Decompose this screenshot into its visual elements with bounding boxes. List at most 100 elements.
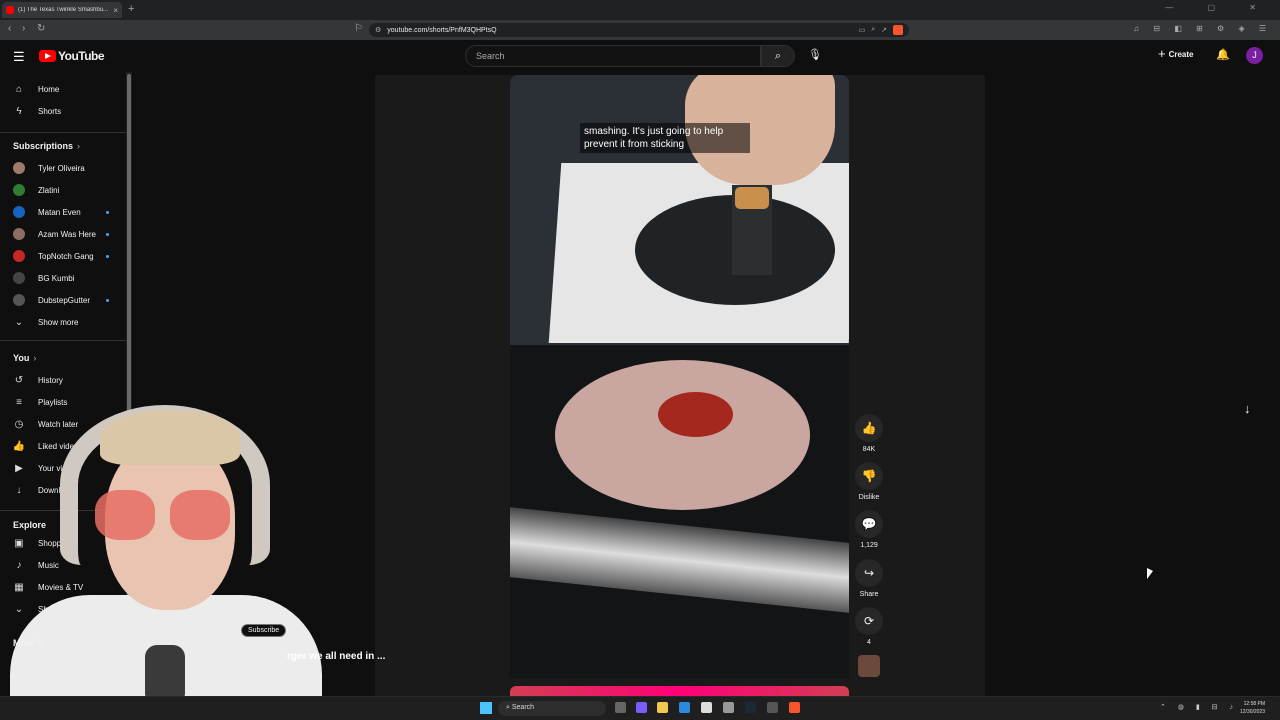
sidebar-item-history[interactable]: ↺ History	[0, 370, 126, 390]
share-page-icon[interactable]: ↗	[881, 26, 887, 34]
channel-name: Azam Was Here	[38, 229, 96, 239]
new-content-dot	[106, 211, 109, 214]
channel-avatar	[13, 294, 25, 306]
sidebar-item-home[interactable]: ⌂ Home	[0, 79, 126, 99]
url-text[interactable]: youtube.com/shorts/PnfM3QHPtsQ	[387, 27, 852, 34]
sidebar-item-channel[interactable]: DubstepGutter	[0, 290, 126, 310]
glasses-lens-right	[170, 490, 230, 540]
webcam-overlay	[0, 400, 322, 696]
next-short-arrow-icon[interactable]: ↓	[1244, 401, 1251, 416]
sidebar-item-shorts[interactable]: ϟ Shorts	[0, 101, 126, 121]
channel-name: Zlatini	[38, 185, 60, 195]
channel-avatar	[13, 162, 25, 174]
tab-close-icon[interactable]: ×	[113, 6, 118, 15]
sidebar-item-channel[interactable]: Matan Even	[0, 202, 126, 222]
sidebar-item-channel[interactable]: Zlatini	[0, 180, 126, 200]
avatar[interactable]: J	[1246, 47, 1263, 64]
search-button[interactable]: ⌕	[761, 45, 795, 67]
remix-icon[interactable]: ⟳	[855, 607, 883, 635]
settings-icon[interactable]	[723, 702, 734, 713]
press-grip	[735, 187, 769, 209]
windows-start-icon[interactable]	[480, 702, 492, 714]
dislike-action[interactable]: 👎 Dislike	[855, 462, 883, 501]
notifications-icon[interactable]: 🔔	[1216, 48, 1230, 61]
dislike-icon[interactable]: 👎	[855, 462, 883, 490]
browser-tab[interactable]: (1) The Texas Twinkle Smashbu... ×	[2, 2, 122, 18]
create-label: Create	[1168, 49, 1194, 59]
show-more-button[interactable]: ⌄ Show more	[0, 312, 126, 332]
sidebar-item-label: Home	[38, 84, 60, 94]
address-bar[interactable]: ⚙ youtube.com/shorts/PnfM3QHPtsQ ▭ ⌕ ↗	[369, 23, 909, 37]
chevron-right-icon: ›	[33, 353, 37, 363]
youtube-favicon-icon	[6, 6, 14, 14]
video-caption: smashing. It's just going to help preven…	[580, 123, 750, 153]
share-icon[interactable]: ↪	[855, 559, 883, 587]
new-content-dot	[106, 299, 109, 302]
like-icon[interactable]: 👍	[855, 414, 883, 442]
like-count: 84K	[862, 446, 876, 453]
file-explorer-icon[interactable]	[657, 702, 668, 713]
menu-icon[interactable]: ☰	[13, 49, 25, 65]
youtube-logo[interactable]: YouTube	[39, 49, 105, 63]
like-action[interactable]: 👍 84K	[855, 414, 883, 453]
sidebar-item-label: History	[38, 375, 63, 385]
browser-tab-bar: (1) The Texas Twinkle Smashbu... × + — ▢…	[0, 0, 1280, 20]
comments-action[interactable]: 💬 1,129	[855, 510, 883, 549]
channel-avatar	[13, 272, 25, 284]
short-video[interactable]	[510, 75, 849, 678]
subscriptions-heading[interactable]: Subscriptions ›	[13, 141, 80, 151]
sidebar-item-channel[interactable]: Tyler Oliveira	[0, 158, 126, 178]
sound-thumbnail[interactable]	[858, 655, 880, 677]
clock-date: 12/30/2023	[1240, 709, 1266, 715]
sidebar-item-channel[interactable]: Azam Was Here	[0, 224, 126, 244]
forward-icon[interactable]: ›	[22, 23, 25, 34]
brave-icon[interactable]	[789, 702, 800, 713]
system-tray[interactable]: ⌃ ◍ ▮ ⊟ ♪	[1160, 703, 1238, 711]
channel-name: TopNotch Gang	[38, 251, 94, 261]
copilot-icon[interactable]	[636, 702, 647, 713]
more-from-heading: More fr	[13, 638, 44, 648]
channel-name: BG Kumbi	[38, 273, 75, 283]
taskbar-search[interactable]: ⌕ Search	[498, 701, 606, 716]
subscribe-button[interactable]: Subscribe	[241, 624, 287, 637]
comment-icon[interactable]: 💬	[855, 510, 883, 538]
next-short-preview[interactable]	[510, 686, 849, 696]
channel-avatar	[13, 184, 25, 196]
steam-icon[interactable]	[745, 702, 756, 713]
search-input[interactable]: Search	[465, 45, 761, 67]
site-info-icon[interactable]: ⚙	[375, 26, 381, 34]
sidebar-item-channel[interactable]: TopNotch Gang	[0, 246, 126, 266]
store-icon[interactable]	[701, 702, 712, 713]
create-button[interactable]: + Create	[1158, 47, 1194, 60]
mouse-cursor-icon	[1147, 568, 1153, 579]
back-icon[interactable]: ‹	[8, 23, 11, 34]
window-controls[interactable]: — ▢ ✕	[1165, 3, 1272, 12]
sidebar-item-channel[interactable]: BG Kumbi	[0, 268, 126, 288]
channel-name: Tyler Oliveira	[38, 163, 85, 173]
task-view-icon[interactable]	[615, 702, 626, 713]
home-icon: ⌂	[15, 83, 23, 95]
brave-shields-icon[interactable]	[893, 25, 903, 35]
zoom-icon[interactable]: ⌕	[871, 26, 875, 34]
clock[interactable]: 12:58 PM 12/30/2023	[1240, 700, 1265, 716]
taskbar-search-label: Search	[511, 704, 535, 711]
new-content-dot	[106, 255, 109, 258]
cast-icon[interactable]: ▭	[859, 26, 866, 34]
voice-search-icon[interactable]: 🎙	[808, 48, 822, 61]
logo-text: YouTube	[58, 49, 105, 63]
new-tab-button[interactable]: +	[128, 3, 134, 15]
you-heading[interactable]: You ›	[13, 353, 36, 363]
reload-icon[interactable]: ↻	[37, 23, 45, 34]
channel-name: DubstepGutter	[38, 295, 91, 305]
divider	[0, 132, 126, 133]
bookmark-icon[interactable]: ⚐	[354, 23, 363, 34]
channel-avatar	[13, 250, 25, 262]
share-action[interactable]: ↪ Share	[855, 559, 883, 598]
extension-icons[interactable]: ♫ ⊟ ◧ ⊞ ⚙ ◈ ☰	[1133, 24, 1272, 33]
remix-action[interactable]: ⟳ 4	[855, 607, 883, 646]
subscriptions-label: Subscriptions	[13, 141, 74, 151]
edge-icon[interactable]	[679, 702, 690, 713]
search-icon: ⌕	[774, 50, 782, 62]
dislike-label: Dislike	[858, 494, 880, 501]
obs-icon[interactable]	[767, 702, 778, 713]
